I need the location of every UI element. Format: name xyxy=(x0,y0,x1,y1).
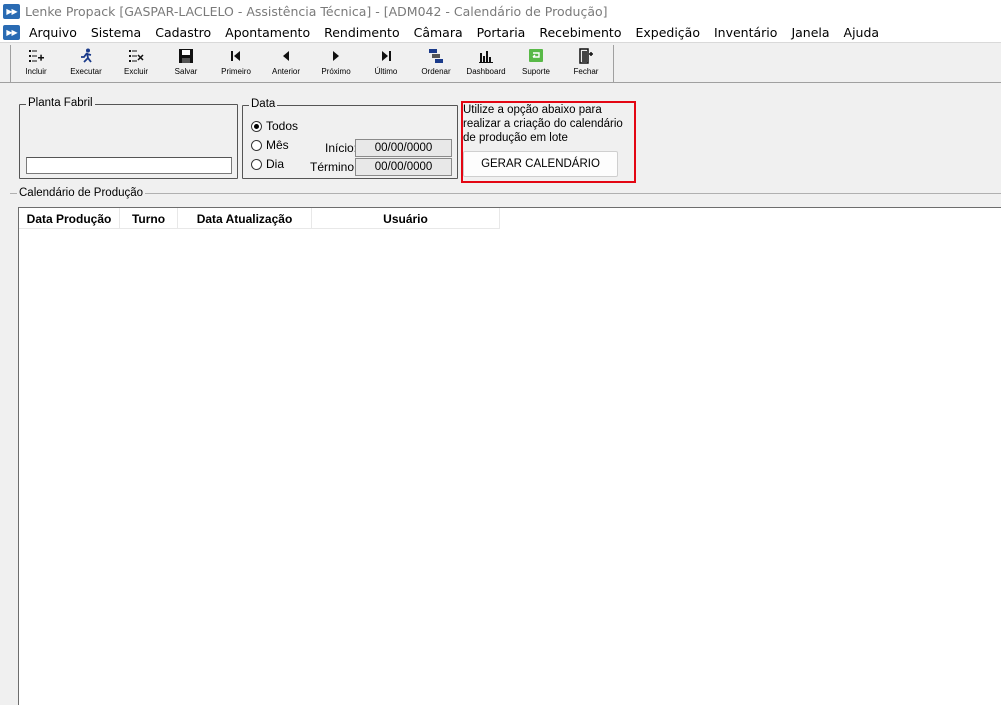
lenke-logo-icon: ▶▶ xyxy=(3,3,20,19)
radio-todos[interactable]: Todos xyxy=(251,119,298,133)
window-title: Lenke Propack [GASPAR-LACLELO - Assistên… xyxy=(25,3,608,19)
section-divider xyxy=(10,193,1001,194)
radio-todos-indicator[interactable] xyxy=(251,120,262,132)
primeiro-button[interactable]: Primeiro xyxy=(211,48,261,80)
lenke-logo-icon[interactable]: ▶▶ xyxy=(3,24,20,40)
generate-hint: Utilize a opção abaixo para realizar a c… xyxy=(463,104,623,144)
radio-dia-label: Dia xyxy=(266,157,285,171)
gerar-calendario-button[interactable]: GERAR CALENDÁRIO xyxy=(463,151,618,177)
radio-dia-indicator[interactable] xyxy=(251,158,262,170)
inicio-label: Início: xyxy=(325,141,358,155)
ordenar-button[interactable]: Ordenar xyxy=(411,48,461,80)
menu-bar: ▶▶ Arquivo Sistema Cadastro Apontamento … xyxy=(0,22,1001,43)
sort-icon xyxy=(428,48,444,64)
last-record-icon xyxy=(378,48,394,64)
menu-arquivo[interactable]: Arquivo xyxy=(22,25,84,40)
radio-todos-label: Todos xyxy=(266,119,299,133)
menu-janela[interactable]: Janela xyxy=(784,25,836,40)
col-data-producao[interactable]: Data Produção xyxy=(19,208,120,229)
anterior-button[interactable]: Anterior xyxy=(261,48,311,80)
toolbar: Incluir Executar Excluir Salvar Primeiro xyxy=(0,44,1001,83)
first-record-icon xyxy=(228,48,244,64)
planta-fabril-group: Planta Fabril xyxy=(19,97,238,179)
floppy-disk-icon xyxy=(178,48,194,64)
grid-header: Data Produção Turno Data Atualização Usu… xyxy=(19,208,500,229)
menu-ajuda[interactable]: Ajuda xyxy=(837,25,887,40)
menu-rendimento[interactable]: Rendimento xyxy=(317,25,406,40)
radio-mes-indicator[interactable] xyxy=(251,139,262,151)
calendario-section-label: Calendário de Produção xyxy=(17,187,146,199)
col-usuario[interactable]: Usuário xyxy=(312,208,500,229)
menu-expedicao[interactable]: Expedição xyxy=(628,25,707,40)
exit-door-icon xyxy=(578,48,594,64)
menu-apontamento[interactable]: Apontamento xyxy=(218,25,317,40)
menu-camara[interactable]: Câmara xyxy=(407,25,470,40)
toolbar-group: Incluir Executar Excluir Salvar Primeiro xyxy=(10,45,614,82)
radio-mes[interactable]: Mês xyxy=(251,138,289,152)
support-icon xyxy=(528,48,544,64)
menu-inventario[interactable]: Inventário xyxy=(707,25,784,40)
col-data-atualizacao[interactable]: Data Atualização xyxy=(178,208,312,229)
data-group: Data Todos Mês Dia Início: 00/00/0000 Té… xyxy=(242,98,458,179)
incluir-button[interactable]: Incluir xyxy=(11,48,61,80)
ultimo-button[interactable]: Último xyxy=(361,48,411,80)
termino-date-field[interactable]: 00/00/0000 xyxy=(355,158,452,176)
excluir-button[interactable]: Excluir xyxy=(111,48,161,80)
planta-fabril-input[interactable] xyxy=(26,157,232,174)
salvar-button[interactable]: Salvar xyxy=(161,48,211,80)
radio-mes-label: Mês xyxy=(266,138,289,152)
list-delete-icon xyxy=(128,48,144,64)
next-record-icon xyxy=(328,48,344,64)
inicio-date-field[interactable]: 00/00/0000 xyxy=(355,139,452,157)
dashboard-button[interactable]: Dashboard xyxy=(461,48,511,80)
run-icon xyxy=(78,48,94,64)
col-turno[interactable]: Turno xyxy=(120,208,178,229)
bar-chart-icon xyxy=(478,48,494,64)
menu-sistema[interactable]: Sistema xyxy=(84,25,148,40)
planta-fabril-legend: Planta Fabril xyxy=(26,97,95,109)
data-legend: Data xyxy=(249,98,278,110)
calendar-grid[interactable]: Data Produção Turno Data Atualização Usu… xyxy=(18,207,1001,705)
title-bar: ▶▶ Lenke Propack [GASPAR-LACLELO - Assis… xyxy=(0,0,1001,22)
list-add-icon xyxy=(28,48,44,64)
fechar-button[interactable]: Fechar xyxy=(561,48,611,80)
menu-recebimento[interactable]: Recebimento xyxy=(532,25,628,40)
radio-dia[interactable]: Dia xyxy=(251,157,284,171)
menu-portaria[interactable]: Portaria xyxy=(470,25,533,40)
executar-button[interactable]: Executar xyxy=(61,48,111,80)
previous-record-icon xyxy=(278,48,294,64)
menu-cadastro[interactable]: Cadastro xyxy=(148,25,218,40)
termino-label: Término: xyxy=(310,160,358,174)
proximo-button[interactable]: Próximo xyxy=(311,48,361,80)
suporte-button[interactable]: Suporte xyxy=(511,48,561,80)
